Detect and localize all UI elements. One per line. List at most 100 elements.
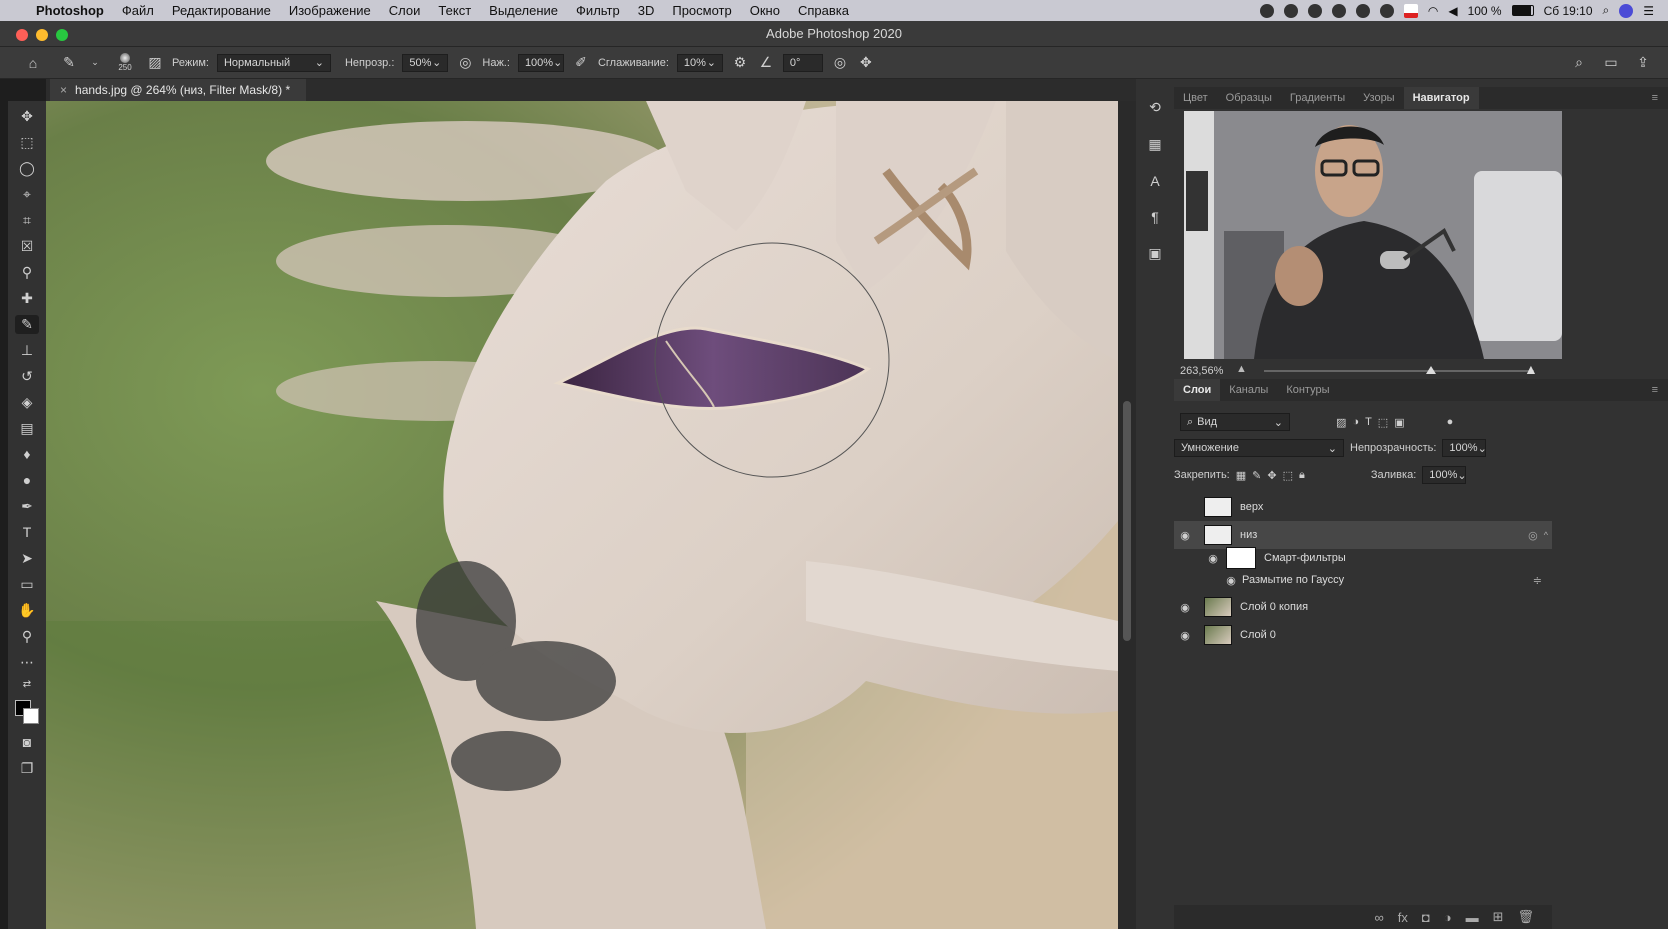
crop-tool-icon[interactable]: ⌗: [15, 211, 39, 230]
brush-settings-icon[interactable]: ▨: [146, 54, 164, 71]
tab-patterns[interactable]: Узоры: [1354, 87, 1403, 109]
menu-filter[interactable]: Фильтр: [576, 3, 620, 18]
lock-transparent-icon[interactable]: ▦: [1236, 469, 1246, 482]
quick-mask-icon[interactable]: ◙: [15, 733, 39, 752]
status-app-icon[interactable]: [1331, 3, 1346, 18]
home-icon[interactable]: ⌂: [24, 55, 42, 71]
status-app-icon[interactable]: [1379, 3, 1394, 18]
chevron-up-icon[interactable]: ^: [1544, 530, 1548, 540]
new-group-icon[interactable]: ▬: [1466, 910, 1479, 925]
trash-icon[interactable]: 🗑︎: [1517, 909, 1534, 925]
menu-image[interactable]: Изображение: [289, 3, 371, 18]
zoom-out-icon[interactable]: ▲: [1236, 363, 1247, 375]
panel-menu-icon[interactable]: ≡: [1652, 384, 1658, 396]
workspace-icon[interactable]: ▭: [1602, 54, 1620, 71]
frame-tool-icon[interactable]: ☒: [15, 237, 39, 256]
eye-icon[interactable]: ◉: [1174, 601, 1196, 614]
status-app-icon[interactable]: [1307, 3, 1322, 18]
zoom-in-icon[interactable]: ▲: [1524, 361, 1538, 377]
status-app-icon[interactable]: [1283, 3, 1298, 18]
filter-options-icon[interactable]: ≑: [1533, 574, 1542, 587]
menu-edit[interactable]: Редактирование: [172, 3, 271, 18]
color-swatches[interactable]: [13, 698, 41, 726]
canvas-scrollbar[interactable]: [1118, 101, 1136, 929]
eraser-tool-icon[interactable]: ◈: [15, 393, 39, 412]
paragraph-panel-icon[interactable]: ¶: [1145, 209, 1165, 225]
panel-menu-icon[interactable]: ≡: [1652, 92, 1658, 104]
character-panel-icon[interactable]: A: [1145, 173, 1165, 189]
status-app-icon[interactable]: [1259, 3, 1274, 18]
healing-brush-tool-icon[interactable]: ✚: [15, 289, 39, 308]
layer-row[interactable]: ◉ Слой 0 копия: [1174, 593, 1552, 621]
tab-navigator[interactable]: Навигатор: [1403, 87, 1479, 109]
menu-3d[interactable]: 3D: [638, 3, 655, 18]
filter-toggle-icon[interactable]: ●: [1447, 416, 1454, 428]
quick-select-tool-icon[interactable]: ⌖: [15, 185, 39, 204]
rectangle-tool-icon[interactable]: ▭: [15, 575, 39, 594]
menu-app-name[interactable]: Photoshop: [36, 3, 104, 18]
filter-row[interactable]: ◉ Размытие по Гауссу ≑: [1174, 569, 1552, 591]
path-selection-tool-icon[interactable]: ➤: [15, 549, 39, 568]
layer-filter-select[interactable]: ⌕ Вид ⌄: [1180, 413, 1290, 431]
type-filter-icon[interactable]: T: [1365, 416, 1372, 428]
menu-help[interactable]: Справка: [798, 3, 849, 18]
gradient-tool-icon[interactable]: ▤: [15, 419, 39, 438]
symmetry-icon[interactable]: ✥: [857, 54, 875, 71]
angle-field[interactable]: 0°: [782, 53, 823, 72]
search-icon[interactable]: ⌕: [1570, 54, 1588, 71]
adjustment-filter-icon[interactable]: ◑: [1352, 416, 1359, 428]
eyedropper-tool-icon[interactable]: ⚲: [15, 263, 39, 282]
type-tool-icon[interactable]: T: [15, 523, 39, 542]
tab-gradients[interactable]: Градиенты: [1281, 87, 1354, 109]
add-mask-icon[interactable]: ◘: [1422, 910, 1430, 925]
status-app-icon[interactable]: [1355, 3, 1370, 18]
zoom-slider-knob[interactable]: [1426, 366, 1437, 374]
lock-all-icon[interactable]: 🔒︎: [1299, 469, 1305, 482]
libraries-panel-icon[interactable]: ▣: [1145, 245, 1165, 262]
eye-icon[interactable]: ◉: [1202, 552, 1224, 565]
lock-position-icon[interactable]: ✥: [1267, 469, 1276, 482]
new-layer-icon[interactable]: ⊞: [1493, 909, 1504, 925]
lasso-tool-icon[interactable]: ◯: [15, 159, 39, 178]
history-brush-tool-icon[interactable]: ↺: [15, 367, 39, 386]
notification-center-icon[interactable]: ☰: [1643, 4, 1654, 18]
close-icon[interactable]: ×: [60, 83, 67, 97]
wifi-icon[interactable]: ◠: [1428, 4, 1438, 18]
eye-icon[interactable]: ◉: [1174, 629, 1196, 642]
layer-opacity-field[interactable]: 100% ⌄: [1442, 439, 1487, 457]
hand-tool-icon[interactable]: ✋: [15, 601, 39, 620]
smoothing-field[interactable]: 10% ⌄: [676, 53, 723, 72]
navigator-zoom-slider[interactable]: [1264, 366, 1534, 374]
zoom-tool-icon[interactable]: ⚲: [15, 627, 39, 646]
move-tool-icon[interactable]: ✥: [15, 107, 39, 126]
close-window-button[interactable]: [16, 29, 28, 41]
menu-layers[interactable]: Слои: [389, 3, 421, 18]
menu-select[interactable]: Выделение: [489, 3, 558, 18]
smart-filter-badge-icon[interactable]: ◎: [1528, 529, 1538, 542]
layer-row[interactable]: верх: [1174, 493, 1552, 521]
fx-icon[interactable]: fx: [1398, 910, 1408, 925]
battery-icon[interactable]: [1511, 5, 1534, 16]
tab-channels[interactable]: Каналы: [1220, 379, 1277, 401]
blend-mode-select[interactable]: Умножение ⌄: [1174, 439, 1344, 457]
menu-window[interactable]: Окно: [750, 3, 780, 18]
dodge-tool-icon[interactable]: ●: [15, 471, 39, 490]
chevron-down-icon[interactable]: ⌄: [86, 57, 104, 68]
mode-select[interactable]: Нормальный ⌄: [216, 53, 331, 72]
brush-tool-icon[interactable]: ✎: [15, 315, 39, 334]
flag-icon[interactable]: [1403, 3, 1418, 18]
menu-type[interactable]: Текст: [438, 3, 471, 18]
spotlight-search-icon[interactable]: ⌕: [1603, 3, 1610, 18]
smart-filters-row[interactable]: ◉ Смарт-фильтры: [1174, 545, 1552, 571]
document-tab[interactable]: × hands.jpg @ 264% (низ, Filter Mask/8) …: [50, 79, 307, 101]
zoom-window-button[interactable]: [56, 29, 68, 41]
blur-tool-icon[interactable]: ♦: [15, 445, 39, 464]
smart-object-filter-icon[interactable]: ▣: [1394, 416, 1404, 429]
history-panel-icon[interactable]: ⟲: [1145, 99, 1165, 116]
eye-icon[interactable]: ◉: [1220, 574, 1242, 587]
siri-icon[interactable]: [1619, 3, 1634, 18]
fill-field[interactable]: 100% ⌄: [1422, 466, 1467, 484]
pressure-size-icon[interactable]: ◎: [831, 54, 849, 71]
brush-settings-panel-icon[interactable]: ▦: [1145, 136, 1165, 153]
filter-mask-thumbnail[interactable]: [1226, 547, 1256, 569]
